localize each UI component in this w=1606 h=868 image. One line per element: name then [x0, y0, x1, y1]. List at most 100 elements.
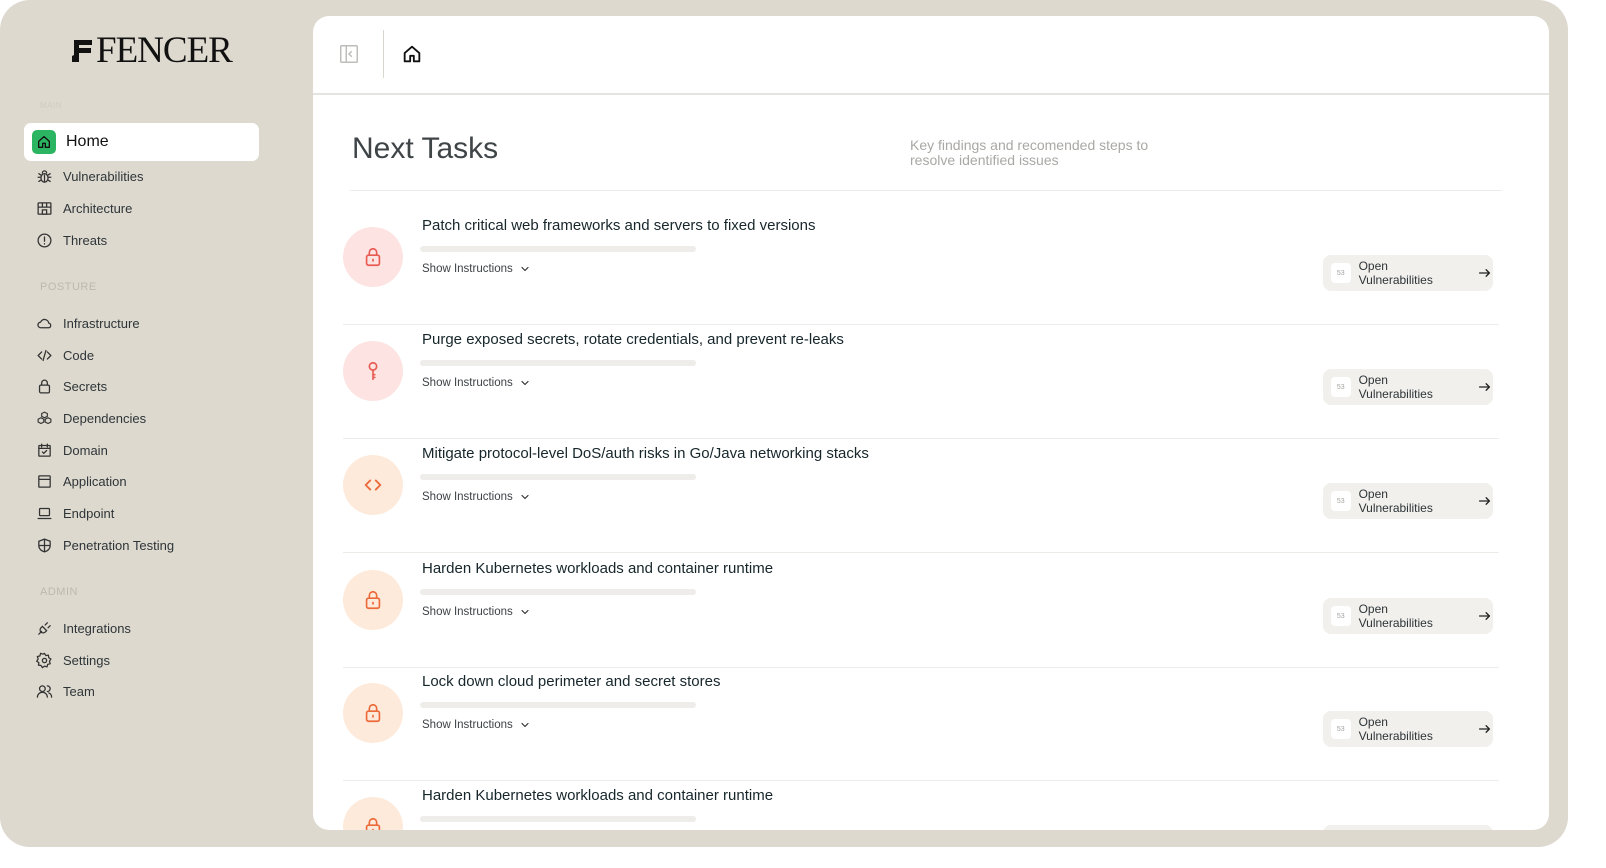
task-badge: [343, 455, 403, 515]
sidebar-item-label: Threats: [63, 232, 108, 248]
sidebar-item-dependencies[interactable]: Dependencies: [24, 402, 259, 434]
open-vulnerabilities-label: Open Vulnerabilities: [1358, 715, 1433, 743]
sidebar-item-threats[interactable]: Threats: [24, 224, 259, 256]
open-vulnerabilities-button[interactable]: 53 Open Vulnerabilities: [1323, 483, 1493, 519]
open-vulnerabilities-button[interactable]: 53 Open Vulnerabilities: [1323, 369, 1493, 405]
boxes-icon: [37, 410, 52, 424]
brand-name: FENCER: [96, 30, 233, 71]
vulnerability-count-badge: 53: [1331, 606, 1351, 626]
sidebar-item-label: Vulnerabilities: [63, 168, 144, 184]
open-vulnerabilities-label: Open Vulnerabilities: [1358, 602, 1433, 630]
sidebar-item-secrets[interactable]: Secrets: [24, 370, 259, 402]
home-icon: [32, 130, 56, 154]
task-row: Patch critical web frameworks and server…: [343, 211, 1499, 325]
sidebar-item-vulnerabilities[interactable]: Vulnerabilities: [24, 160, 259, 192]
section-label-posture: POSTURE: [40, 281, 97, 293]
sidebar-item-home[interactable]: Home: [24, 123, 259, 161]
show-instructions-toggle[interactable]: Show Instructions: [422, 719, 531, 731]
open-vulnerabilities-label: Open Vulnerabilities: [1358, 373, 1433, 401]
show-instructions-label: Show Instructions: [422, 263, 513, 275]
key-icon: [362, 360, 384, 382]
sidebar-collapse-icon[interactable]: [338, 43, 360, 65]
show-instructions-toggle[interactable]: Show Instructions: [422, 606, 531, 618]
topbar: [313, 16, 1549, 95]
sidebar-item-label: Endpoint: [63, 505, 115, 521]
sidebar-item-team[interactable]: Team: [24, 675, 259, 707]
vulnerability-count-badge: 53: [1331, 377, 1351, 397]
open-vulnerabilities-label: Open Vulnerabilities: [1358, 259, 1433, 287]
sidebar-item-code[interactable]: Code: [24, 339, 259, 371]
sidebar-item-settings[interactable]: Settings: [24, 644, 259, 676]
code-icon: [37, 349, 52, 361]
sidebar-item-label: Architecture: [63, 200, 133, 216]
home-icon[interactable]: [401, 43, 423, 65]
open-vulnerabilities-button[interactable]: 53 Open Vulnerabilities: [1323, 255, 1493, 291]
show-instructions-label: Show Instructions: [422, 377, 513, 389]
open-vulnerabilities-button[interactable]: 53 Open Vulnerabilities: [1323, 711, 1493, 747]
sidebar-item-domain[interactable]: Domain: [24, 434, 259, 466]
section-label-admin: ADMIN: [40, 586, 78, 598]
show-instructions-toggle[interactable]: Show Instructions: [422, 263, 531, 275]
sidebar-item-penetration-testing[interactable]: Penetration Testing: [24, 529, 259, 561]
users-icon: [36, 684, 53, 698]
arrow-right-icon: [1479, 497, 1491, 505]
lock-icon: [38, 379, 51, 394]
vulnerability-count-badge: 53: [1331, 263, 1351, 283]
task-title: Purge exposed secrets, rotate credential…: [422, 331, 844, 348]
arrow-right-icon: [1479, 612, 1491, 620]
sidebar-item-label: Domain: [63, 442, 108, 458]
sidebar-item-label: Penetration Testing: [63, 537, 175, 553]
app-frame: FENCER MAIN Home Vulnerabilities Archite…: [0, 0, 1568, 847]
sidebar-item-architecture[interactable]: Architecture: [24, 192, 259, 224]
task-title: Harden Kubernetes workloads and containe…: [422, 787, 774, 804]
sidebar-item-integrations[interactable]: Integrations: [24, 612, 259, 644]
page-subtitle: Key findings and recomended steps to res…: [910, 137, 1149, 168]
code-icon: [362, 474, 384, 496]
main-panel: Next Tasks Key findings and recomended s…: [313, 16, 1549, 830]
task-row: Harden Kubernetes workloads and containe…: [343, 554, 1499, 668]
shield-icon: [38, 537, 51, 553]
open-vulnerabilities-button[interactable]: 53 Open Vulnerabilities: [1323, 598, 1493, 634]
show-instructions-label: Show Instructions: [422, 491, 513, 503]
sidebar-item-label: Infrastructure: [63, 315, 140, 331]
chevron-down-icon: [521, 722, 529, 728]
header-divider: [350, 190, 1502, 191]
arrow-right-icon: [1479, 383, 1491, 391]
laptop-icon: [37, 507, 52, 519]
chevron-down-icon: [521, 266, 529, 272]
sidebar-item-application[interactable]: Application: [24, 465, 259, 497]
lock-icon: [362, 816, 384, 830]
task-progress-bar: [420, 589, 696, 595]
open-vulnerabilities-label: Open Vulnerabilities: [1359, 829, 1464, 830]
sidebar-item-infrastructure[interactable]: Infrastructure: [24, 307, 259, 339]
task-badge: [343, 341, 403, 401]
task-progress-bar: [420, 702, 696, 708]
show-instructions-toggle[interactable]: Show Instructions: [422, 377, 531, 389]
task-badge: [343, 570, 403, 630]
task-progress-bar: [420, 816, 696, 822]
section-label-main: MAIN: [40, 101, 62, 110]
vulnerability-count-badge: 53: [1331, 491, 1351, 511]
plug-icon: [38, 621, 51, 635]
alert-circle-icon: [37, 232, 52, 248]
task-row: Purge exposed secrets, rotate credential…: [343, 325, 1499, 439]
bug-icon: [37, 169, 52, 183]
task-title: Harden Kubernetes workloads and containe…: [422, 560, 774, 577]
open-vulnerabilities-button[interactable]: 53 Open Vulnerabilities: [1323, 825, 1493, 830]
task-badge: [343, 797, 403, 830]
task-row: Harden Kubernetes workloads and containe…: [343, 781, 1499, 830]
sidebar-item-label: Settings: [63, 652, 110, 668]
chevron-down-icon: [521, 380, 529, 386]
sidebar-item-endpoint[interactable]: Endpoint: [24, 497, 259, 529]
sidebar: FENCER MAIN Home Vulnerabilities Archite…: [0, 0, 300, 847]
arrow-right-icon: [1479, 269, 1491, 277]
task-row: Mitigate protocol-level DoS/auth risks i…: [343, 439, 1499, 553]
task-badge: [343, 683, 403, 743]
app-window-icon: [38, 474, 51, 488]
arrow-right-icon: [1479, 725, 1491, 733]
sidebar-item-label: Dependencies: [63, 410, 147, 426]
show-instructions-toggle[interactable]: Show Instructions: [422, 491, 531, 503]
brand-logo[interactable]: FENCER: [72, 30, 233, 71]
cloud-icon: [37, 318, 52, 328]
task-badge: [343, 227, 403, 287]
